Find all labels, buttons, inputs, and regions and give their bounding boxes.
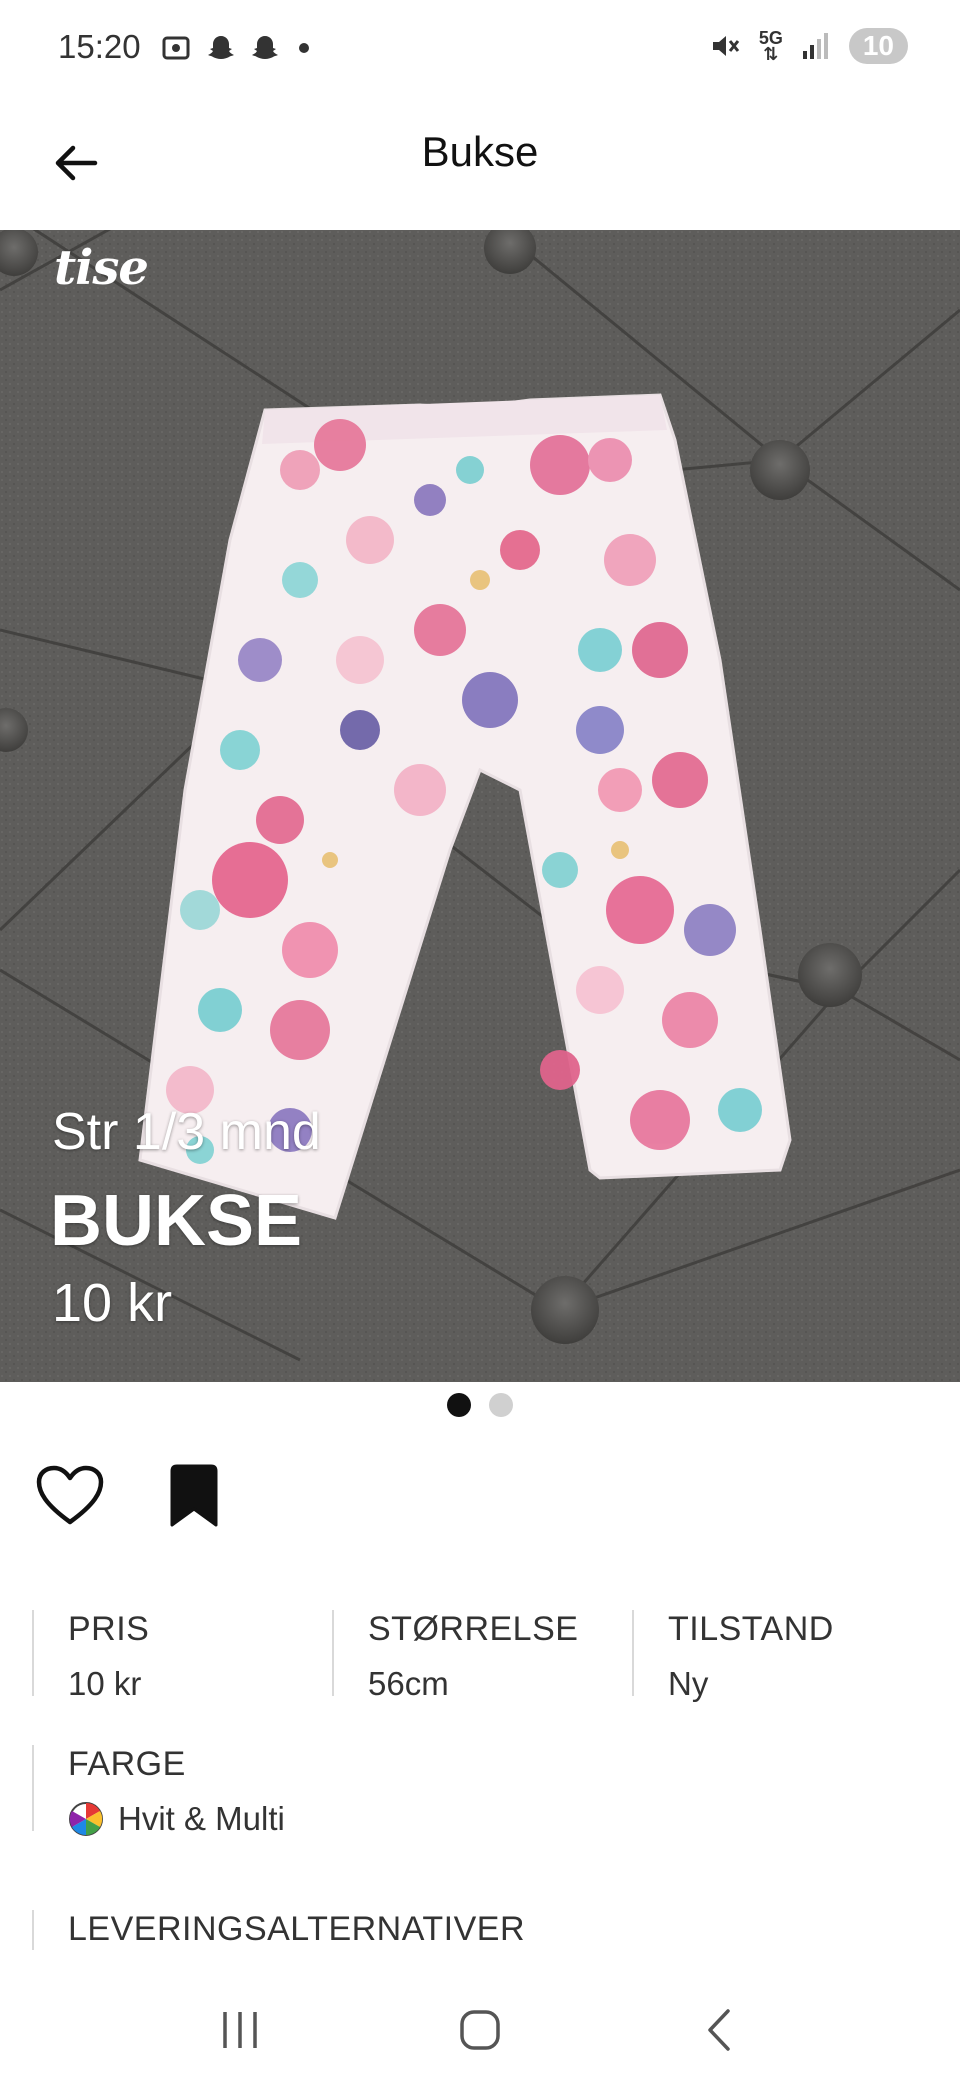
recents-icon	[223, 2012, 257, 2048]
carousel-dot-active[interactable]	[447, 1393, 471, 1417]
app-bar: Bukse	[0, 100, 960, 230]
carousel-dot[interactable]	[489, 1393, 513, 1417]
page-title: Bukse	[421, 128, 539, 175]
attr-label: TILSTAND	[668, 1610, 834, 1648]
product-image[interactable]: tise Str 1/3 mnd BUKSE 10 kr	[0, 230, 960, 1382]
attr-condition: TILSTAND Ny	[632, 1610, 932, 1702]
heart-icon	[36, 1465, 104, 1525]
carousel-indicator	[0, 1393, 960, 1417]
attr-price: PRIS 10 kr	[32, 1610, 332, 1702]
system-back-button[interactable]	[675, 1995, 765, 2065]
tise-logo: tise	[54, 240, 149, 296]
5g-icon: 5G ⇅	[758, 28, 783, 64]
attr-value: 56cm	[368, 1665, 449, 1702]
overlay-price: 10 kr	[52, 1273, 173, 1333]
screenshot-icon	[162, 36, 190, 60]
notification-icons	[160, 32, 314, 64]
home-button[interactable]	[435, 1995, 525, 2065]
mute-icon	[712, 36, 739, 56]
status-bar: 15:20 5G ⇅ 10	[0, 0, 960, 100]
home-icon	[460, 2010, 500, 2050]
save-button[interactable]	[158, 1460, 230, 1532]
status-time: 15:20	[58, 28, 141, 65]
attr-value: Hvit & Multi	[118, 1800, 285, 1837]
recents-button[interactable]	[195, 1995, 285, 2065]
attr-label: STØRRELSE	[368, 1610, 579, 1648]
delivery-options[interactable]: LEVERINGSALTERNATIVER	[32, 1910, 525, 1950]
dot-icon	[299, 43, 309, 53]
signal-icon	[802, 33, 828, 59]
color-wheel-icon	[69, 1802, 103, 1836]
delivery-label: LEVERINGSALTERNATIVER	[68, 1910, 526, 1948]
attr-value: 10 kr	[68, 1665, 142, 1702]
system-nav-bar	[0, 1980, 960, 2080]
snapchat-icon	[252, 36, 278, 59]
attr-value: Ny	[668, 1665, 709, 1702]
like-button[interactable]	[34, 1460, 106, 1532]
snapchat-icon	[208, 36, 234, 59]
attr-size: STØRRELSE 56cm	[332, 1610, 632, 1702]
battery-badge: 10	[848, 28, 908, 64]
back-icon	[708, 2009, 730, 2051]
attributes-row: PRIS 10 kr STØRRELSE 56cm TILSTAND Ny	[32, 1610, 932, 1702]
overlay-subtitle: Str 1/3 mnd	[52, 1103, 321, 1161]
attr-label: FARGE	[68, 1745, 186, 1783]
attr-color: FARGE Hvit & Multi	[32, 1745, 285, 1837]
bookmark-icon	[170, 1464, 218, 1527]
overlay-title: BUKSE	[50, 1181, 303, 1261]
attr-label: PRIS	[68, 1610, 150, 1648]
action-bar	[34, 1460, 230, 1532]
